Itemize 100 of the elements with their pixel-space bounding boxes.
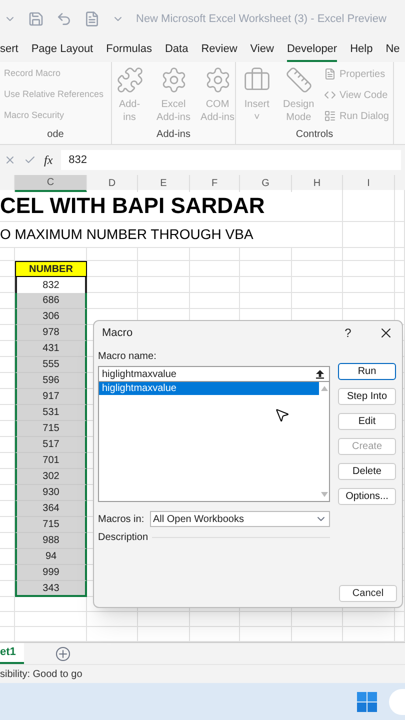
upload-icon[interactable] <box>315 369 325 379</box>
ribbon-tab[interactable]: Formulas <box>106 38 152 62</box>
empty-cell <box>240 612 292 627</box>
empty-cell <box>292 612 343 627</box>
ribbon-icon <box>116 66 144 94</box>
ribbon-tab[interactable]: Review <box>201 38 238 62</box>
column-header[interactable]: G <box>240 175 292 192</box>
sheet-tab[interactable]: et1 <box>0 643 24 664</box>
table-cell: 930 <box>15 485 87 501</box>
group-label: ode <box>46 128 65 142</box>
empty-cell <box>395 612 405 627</box>
cancel-icon[interactable] <box>4 154 16 166</box>
table-cell: 306 <box>15 309 87 325</box>
dialog-title: Macro <box>102 326 134 341</box>
empty-cell <box>343 261 395 277</box>
table-cell: 517 <box>15 437 87 453</box>
table-cell: 715 <box>15 421 87 437</box>
empty-cell <box>15 612 87 627</box>
save-icon[interactable] <box>28 11 44 27</box>
table-cell: 999 <box>15 565 87 581</box>
window-title: New Microsoft Excel Worksheet (3) - Excel Preview <box>136 12 386 27</box>
empty-cell <box>190 612 240 627</box>
empty-cell <box>343 222 395 248</box>
ribbon-icon <box>324 68 336 80</box>
table-cell: 343 <box>15 581 87 597</box>
field-label: Macro name: <box>98 350 158 364</box>
description-label: Description <box>98 531 148 545</box>
table-cell: 531 <box>15 405 87 421</box>
empty-cell <box>395 261 405 277</box>
dialog-button[interactable]: Run <box>338 363 396 380</box>
dialog-button[interactable]: Delete <box>338 463 396 480</box>
column-header[interactable]: I <box>343 175 395 192</box>
dialog-button[interactable]: Options... <box>338 488 396 505</box>
taskbar-button[interactable] <box>389 688 405 714</box>
document-icon[interactable] <box>84 11 100 27</box>
empty-cell <box>190 277 240 293</box>
table-cell: 364 <box>15 501 87 517</box>
cancel-button[interactable]: Cancel <box>339 585 397 602</box>
sheet-title: CEL WITH BAPI SARDAR <box>0 192 265 220</box>
table-cell: 715 <box>15 517 87 533</box>
table-cell: 701 <box>15 453 87 469</box>
column-header[interactable]: E <box>138 175 190 192</box>
ribbon-icon <box>324 89 336 101</box>
ribbon-tab[interactable]: View <box>250 38 274 62</box>
empty-cell <box>0 612 15 627</box>
help-button[interactable]: ? <box>338 324 358 342</box>
empty-cell <box>190 261 240 277</box>
macros-in-dropdown[interactable]: All Open Workbooks <box>150 511 330 527</box>
table-cell: 596 <box>15 373 87 389</box>
empty-cell <box>395 248 405 261</box>
ribbon-tab[interactable]: Help <box>350 38 373 62</box>
empty-cell <box>138 612 190 627</box>
macro-name-field[interactable]: higlightmaxvalue <box>98 366 330 382</box>
group-label: Add-ins <box>156 128 190 142</box>
table-cell: 94 <box>15 549 87 565</box>
empty-cell <box>292 277 343 293</box>
table-cell: 988 <box>15 533 87 549</box>
empty-cell <box>395 222 405 248</box>
mouse-pointer-icon <box>274 407 290 423</box>
ribbon-tab[interactable]: Page Layout <box>31 38 94 62</box>
windows-logo-icon[interactable] <box>357 692 377 712</box>
group-label: Controls <box>294 128 334 142</box>
formula-field[interactable]: 832 <box>60 150 401 170</box>
table-cell: 978 <box>15 325 87 341</box>
column-header[interactable]: F <box>190 175 240 192</box>
status-text: sibility: Good to go <box>0 668 82 682</box>
function-button[interactable]: fx <box>44 151 53 169</box>
empty-cell <box>343 190 395 222</box>
table-cell: 302 <box>15 469 87 485</box>
sheet-subtitle: O MAXIMUM NUMBER THROUGH VBA <box>0 225 254 244</box>
ribbon-tab[interactable]: sert <box>0 38 18 62</box>
table-cell: 686 <box>15 293 87 309</box>
empty-cell <box>343 612 395 627</box>
header-cell: NUMBER <box>15 261 87 277</box>
dialog-button[interactable]: Edit <box>338 413 396 430</box>
ribbon-icon <box>324 110 336 122</box>
undo-icon[interactable] <box>56 11 72 27</box>
column-header[interactable]: D <box>87 175 138 192</box>
column-header[interactable]: H <box>292 175 343 192</box>
empty-cell <box>395 277 405 293</box>
empty-cell <box>292 261 343 277</box>
ribbon-tab[interactable]: Data <box>164 38 188 62</box>
empty-cell <box>343 277 395 293</box>
empty-cell <box>240 277 292 293</box>
dialog-button[interactable]: Step Into <box>338 388 396 405</box>
scroll-up-icon[interactable] <box>320 386 328 391</box>
column-header[interactable]: C <box>15 175 87 192</box>
table-cell: 832 <box>15 277 87 293</box>
macro-list-item[interactable]: higlightmaxvalue <box>99 382 319 395</box>
empty-cell <box>138 261 190 277</box>
enter-icon[interactable] <box>24 154 36 166</box>
empty-cell <box>0 597 15 612</box>
empty-cell <box>343 248 395 261</box>
scroll-down-icon[interactable] <box>320 492 328 497</box>
ribbon-icon <box>284 66 313 94</box>
empty-cell <box>395 293 405 309</box>
empty-cell <box>138 277 190 293</box>
empty-cell <box>395 190 405 222</box>
add-sheet-icon[interactable] <box>56 646 70 660</box>
ribbon-tab[interactable]: Ne <box>386 38 400 62</box>
